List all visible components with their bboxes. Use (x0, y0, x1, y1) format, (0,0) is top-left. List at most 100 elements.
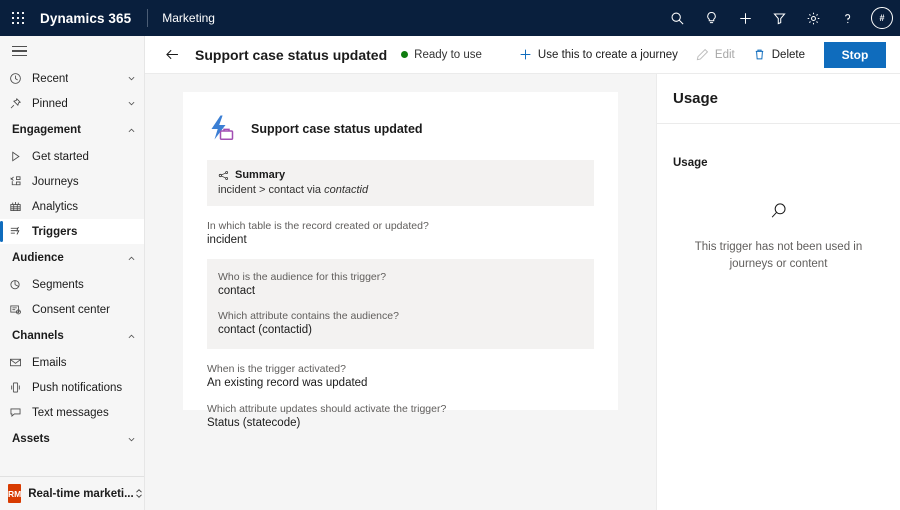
create-journey-label: Use this to create a journey (538, 49, 678, 61)
chevron-down-icon[interactable] (127, 74, 136, 83)
field-question: Which attribute contains the audience? (218, 310, 583, 322)
sidebar-item-segments[interactable]: Segments (0, 272, 144, 297)
field-answer: An existing record was updated (207, 377, 594, 389)
clock-icon (9, 71, 27, 87)
card-title: Support case status updated (251, 122, 423, 136)
status-dot-icon (401, 51, 408, 58)
command-bar-actions: Use this to create a journey Edit Delete… (510, 36, 900, 74)
waffle-icon (12, 12, 24, 24)
lightbulb-icon[interactable] (694, 0, 728, 36)
summary-heading-label: Summary (235, 169, 285, 181)
chevron-up-icon[interactable] (127, 332, 136, 341)
triggers-icon (9, 224, 27, 240)
command-bar: Support case status updated Ready to use… (145, 36, 900, 74)
topbar-actions: # (660, 0, 900, 36)
consent-icon (9, 302, 27, 318)
help-icon[interactable] (830, 0, 864, 36)
plus-icon (519, 48, 532, 61)
chevron-up-icon[interactable] (127, 126, 136, 135)
sidebar-group-channels[interactable]: Channels (0, 322, 144, 350)
sidebar-item-pinned[interactable]: Pinned (0, 91, 144, 116)
status-badge: Ready to use (401, 49, 482, 61)
sidebar-item-text-messages[interactable]: Text messages (0, 400, 144, 425)
field-answer: Status (statecode) (207, 417, 594, 429)
trigger-detail-card: Support case status updated Summary inci… (183, 92, 618, 410)
delete-label: Delete (772, 49, 805, 61)
sidebar-item-get-started[interactable]: Get started (0, 144, 144, 169)
table-field: In which table is the record created or … (207, 220, 594, 246)
field-question: In which table is the record created or … (207, 220, 594, 232)
audience-box: Who is the audience for this trigger? co… (207, 259, 594, 349)
sidebar-group-label: Audience (12, 252, 64, 264)
sidebar-item-label: Pinned (32, 98, 68, 110)
usage-empty-state: This trigger has not been used in journe… (657, 199, 900, 272)
sidebar-item-analytics[interactable]: Analytics (0, 194, 144, 219)
gear-icon[interactable] (796, 0, 830, 36)
page-title: Support case status updated (195, 47, 387, 63)
delete-button[interactable]: Delete (744, 36, 814, 74)
sidebar-item-label: Segments (32, 279, 84, 291)
sidebar-item-consent-center[interactable]: Consent center (0, 297, 144, 322)
plus-icon[interactable] (728, 0, 762, 36)
summary-heading: Summary (218, 169, 583, 181)
environment-switcher[interactable]: RM Real-time marketi... (0, 476, 144, 510)
sidebar-item-label: Analytics (32, 201, 78, 213)
avatar: # (871, 7, 893, 29)
sidebar-item-recent[interactable]: Recent (0, 66, 144, 91)
edit-button[interactable]: Edit (687, 36, 744, 74)
trigger-bolt-icon (207, 114, 239, 144)
app-name-label[interactable]: Marketing (162, 11, 215, 25)
stop-button[interactable]: Stop (824, 42, 886, 68)
sidebar-item-label: Emails (32, 357, 67, 369)
sidebar-item-label: Consent center (32, 304, 110, 316)
sidebar-item-label: Push notifications (32, 382, 122, 394)
audience-attribute-field: Which attribute contains the audience? c… (218, 310, 583, 336)
card-header: Support case status updated (207, 114, 594, 144)
sidebar-group-label: Engagement (12, 124, 81, 136)
audience-field: Who is the audience for this trigger? co… (218, 271, 583, 297)
summary-box: Summary incident > contact via contactid (207, 160, 594, 206)
activation-attribute-field: Which attribute updates should activate … (207, 403, 594, 429)
brand-title[interactable]: Dynamics 365 (40, 11, 131, 26)
chevron-up-icon[interactable] (127, 254, 136, 263)
usage-section-label: Usage (673, 157, 900, 169)
sidebar-group-label: Channels (12, 330, 64, 342)
sidebar-item-emails[interactable]: Emails (0, 350, 144, 375)
chat-icon (9, 405, 27, 421)
sidebar-item-push-notifications[interactable]: Push notifications (0, 375, 144, 400)
environment-label: Real-time marketi... (28, 488, 133, 500)
pin-icon (9, 96, 27, 112)
back-button[interactable] (155, 36, 189, 74)
pencil-icon (696, 48, 709, 61)
summary-text: incident > contact via contactid (218, 184, 583, 196)
field-question: Who is the audience for this trigger? (218, 271, 583, 283)
search-icon[interactable] (660, 0, 694, 36)
sidebar-item-journeys[interactable]: Journeys (0, 169, 144, 194)
environment-badge: RM (8, 484, 21, 503)
use-this-to-create-a-journey-button[interactable]: Use this to create a journey (510, 36, 687, 74)
usage-panel-title: Usage (657, 74, 900, 124)
magnifier-icon (681, 199, 876, 225)
sidebar-group-audience[interactable]: Audience (0, 244, 144, 272)
sidebar-item-triggers[interactable]: Triggers (0, 219, 144, 244)
sidebar-group-assets[interactable]: Assets (0, 425, 144, 453)
summary-emphasis: contactid (324, 184, 368, 196)
sidebar-group-engagement[interactable]: Engagement (0, 116, 144, 144)
main-content-area: Support case status updated Summary inci… (145, 74, 656, 510)
edit-label: Edit (715, 49, 735, 61)
chevron-down-icon[interactable] (127, 99, 136, 108)
hamburger-menu-button[interactable] (0, 36, 144, 66)
sidebar-item-label: Triggers (32, 226, 77, 238)
app-launcher-button[interactable] (0, 0, 36, 36)
activation-field: When is the trigger activated? An existi… (207, 363, 594, 389)
mobile-icon (9, 380, 27, 396)
trash-icon (753, 48, 766, 61)
top-navigation-bar: Dynamics 365 Marketing (0, 0, 900, 36)
status-label: Ready to use (414, 49, 482, 61)
sidebar-group-label: Assets (12, 433, 50, 445)
filter-icon[interactable] (762, 0, 796, 36)
chevron-down-icon[interactable] (127, 435, 136, 444)
user-avatar-button[interactable]: # (864, 0, 900, 36)
chevron-updown-icon[interactable] (134, 488, 144, 499)
hamburger-icon (12, 46, 27, 57)
